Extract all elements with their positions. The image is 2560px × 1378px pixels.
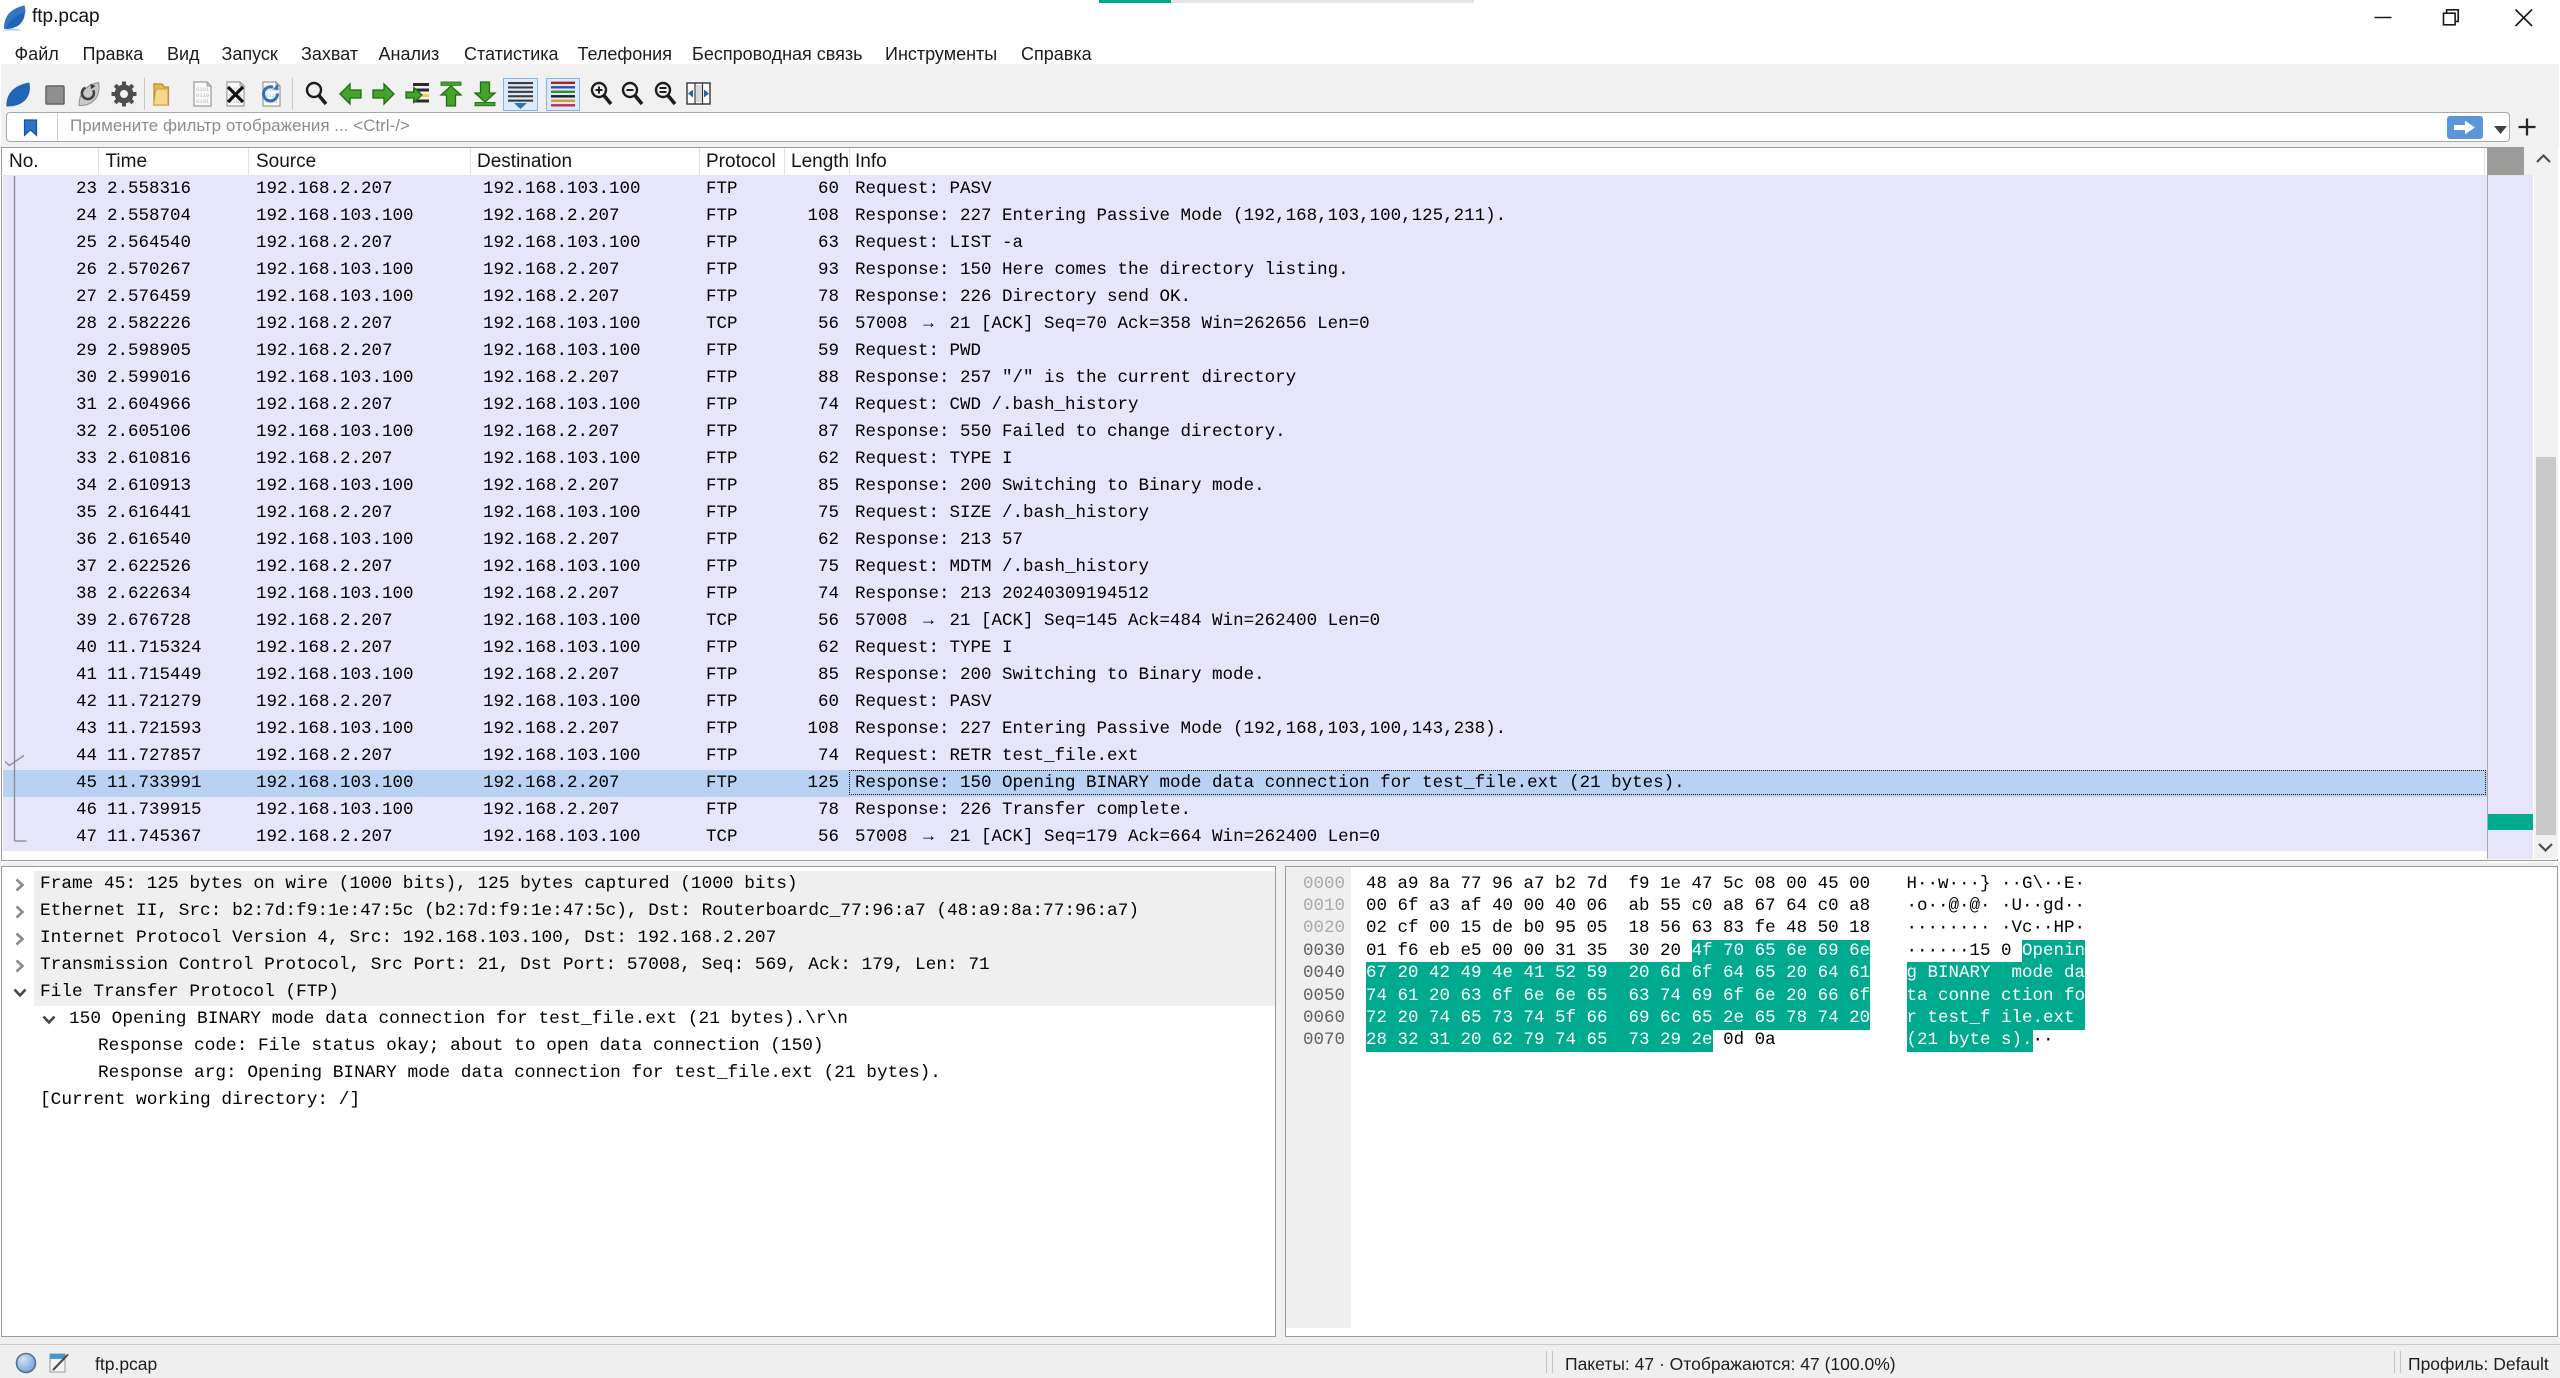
svg-text:0101: 0101	[196, 98, 210, 105]
